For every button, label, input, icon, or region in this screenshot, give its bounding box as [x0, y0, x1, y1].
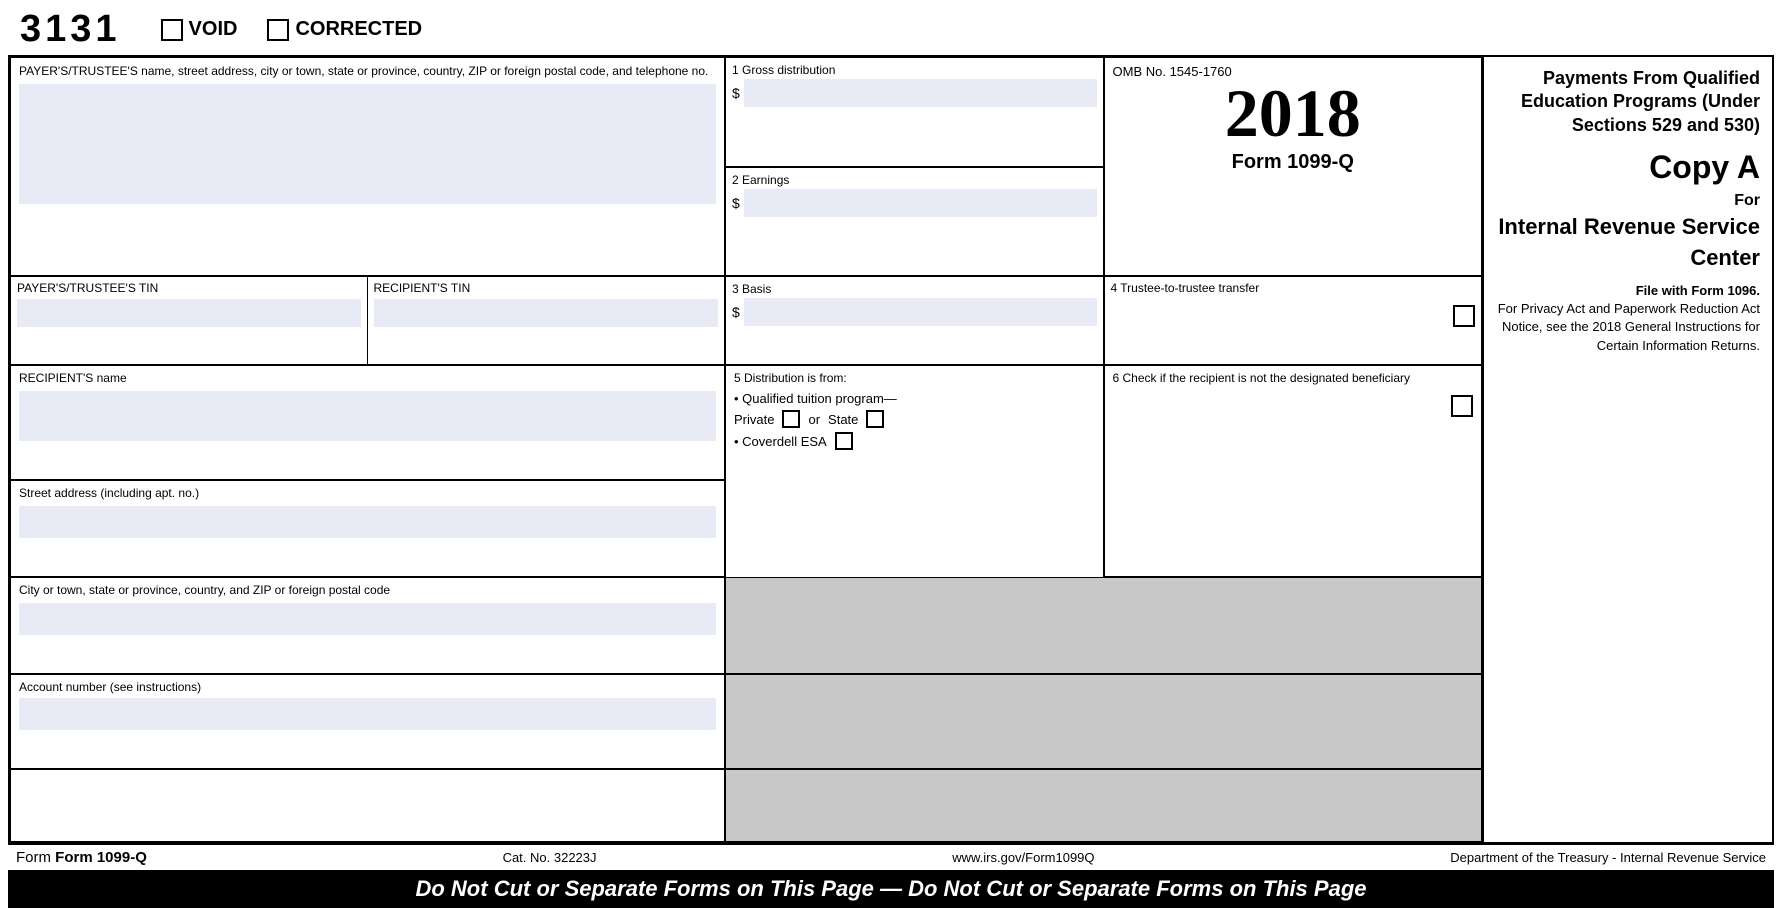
corrected-label: CORRECTED [295, 18, 422, 41]
gray-area-6 [725, 577, 1482, 674]
basis-input[interactable] [744, 298, 1097, 326]
payer-tin-label: PAYER'S/TRUSTEE'S TIN [17, 281, 361, 295]
earnings-cell: 2 Earnings $ [725, 167, 1104, 277]
privacy-notice: For Privacy Act and Paperwork Reduction … [1498, 301, 1760, 352]
dollar-sign-3: $ [732, 304, 740, 320]
gray-area-7 [725, 674, 1482, 769]
street-input[interactable] [19, 506, 716, 538]
city-cell: City or town, state or province, country… [10, 577, 725, 674]
copy-a: Copy A [1496, 145, 1760, 190]
recipient-name-cell: RECIPIENT'S name [10, 365, 725, 480]
gray-area-8 [725, 769, 1482, 842]
dollar-sign-2: $ [732, 195, 740, 211]
check-recipient-label: 6 Check if the recipient is not the desi… [1113, 371, 1474, 385]
earnings-input[interactable] [744, 189, 1097, 217]
right-panel: Payments From Qualified Education Progra… [1482, 57, 1772, 842]
year-display: 2018 [1113, 79, 1474, 147]
main-form: PAYER'S/TRUSTEE'S name, street address, … [8, 55, 1774, 844]
gross-dist-input[interactable] [744, 79, 1097, 107]
recipient-tin-inner: RECIPIENT'S TIN [368, 277, 725, 364]
for-label: For [1496, 190, 1760, 212]
dist-or-label: or [808, 412, 820, 427]
empty-row-8 [10, 769, 725, 842]
void-label: VOID [189, 18, 238, 41]
omb-cell: OMB No. 1545-1760 2018 Form 1099-Q [1104, 57, 1483, 276]
payer-name-input[interactable] [19, 84, 716, 204]
gross-dist-cell: 1 Gross distribution $ [725, 57, 1104, 167]
recipient-tin-input[interactable] [374, 299, 719, 327]
footer-bar: Form Form 1099-Q Cat. No. 32223J www.irs… [8, 844, 1774, 870]
gross-dist-label: 1 Gross distribution [732, 63, 835, 77]
irs-label: Internal Revenue Service Center [1496, 212, 1760, 274]
recipient-tin-label: RECIPIENT'S TIN [374, 281, 719, 295]
street-label: Street address (including apt. no.) [19, 486, 716, 500]
dist-label: 5 Distribution is from: [734, 371, 1095, 385]
form-number: 3131 [20, 8, 121, 51]
trustee-cell: 4 Trustee-to-trustee transfer [1104, 276, 1483, 365]
payments-title: Payments From Qualified Education Progra… [1496, 67, 1760, 137]
recipient-name-label: RECIPIENT'S name [19, 371, 716, 385]
footer-form-bold: Form 1099-Q [55, 849, 147, 866]
dist-private-label: Private [734, 412, 774, 427]
payer-cell: PAYER'S/TRUSTEE'S name, street address, … [10, 57, 725, 276]
dist-coverdell-checkbox[interactable] [835, 432, 853, 450]
dollar-sign-1: $ [732, 85, 740, 101]
trustee-checkbox[interactable] [1453, 305, 1475, 327]
void-corrected-section: VOID CORRECTED [161, 18, 423, 41]
dist-private-checkbox[interactable] [782, 410, 800, 428]
dist-state-label: State [828, 412, 858, 427]
footer-form-name: Form Form 1099-Q [16, 849, 147, 866]
do-not-cut-bar: Do Not Cut or Separate Forms on This Pag… [8, 870, 1774, 908]
account-input[interactable] [19, 698, 716, 730]
payer-tin-inner: PAYER'S/TRUSTEE'S TIN [11, 277, 368, 364]
dist-state-checkbox[interactable] [866, 410, 884, 428]
dist-sub1: • Qualified tuition program— [734, 391, 1095, 406]
corrected-checkbox-label[interactable]: CORRECTED [267, 18, 422, 41]
city-label: City or town, state or province, country… [19, 583, 716, 597]
void-checkbox[interactable] [161, 19, 183, 41]
file-with-bold: File with Form 1096. [1636, 283, 1760, 298]
corrected-checkbox[interactable] [267, 19, 289, 41]
check-recipient-cell: 6 Check if the recipient is not the desi… [1104, 365, 1483, 577]
payer-label: PAYER'S/TRUSTEE'S name, street address, … [19, 64, 708, 78]
basis-cell: 3 Basis $ [725, 276, 1104, 365]
account-cell: Account number (see instructions) [10, 674, 725, 769]
void-checkbox-label[interactable]: VOID [161, 18, 238, 41]
footer-website: www.irs.gov/Form1099Q [952, 850, 1094, 865]
top-bar: 3131 VOID CORRECTED [0, 0, 1782, 55]
tin-cell: PAYER'S/TRUSTEE'S TIN RECIPIENT'S TIN [10, 276, 725, 365]
footer-cat: Cat. No. 32223J [503, 850, 597, 865]
payer-tin-input[interactable] [17, 299, 361, 327]
street-cell: Street address (including apt. no.) [10, 480, 725, 577]
trustee-label: 4 Trustee-to-trustee transfer [1111, 281, 1476, 295]
footer-department: Department of the Treasury - Internal Re… [1450, 850, 1766, 865]
dist-coverdell-label: • Coverdell ESA [734, 434, 827, 449]
file-with: File with Form 1096. For Privacy Act and… [1496, 282, 1760, 355]
basis-label: 3 Basis [732, 282, 771, 296]
city-input[interactable] [19, 603, 716, 635]
form-name-omb: Form 1099-Q [1113, 151, 1474, 174]
account-label: Account number (see instructions) [19, 680, 716, 694]
dist-bullets: • Qualified tuition program— Private or … [734, 391, 1095, 450]
check-recipient-checkbox[interactable] [1451, 395, 1473, 417]
recipient-name-input[interactable] [19, 391, 716, 441]
earnings-label: 2 Earnings [732, 173, 789, 187]
dist-coverdell-row: • Coverdell ESA [734, 432, 1095, 450]
dist-private-row: Private or State [734, 410, 1095, 428]
